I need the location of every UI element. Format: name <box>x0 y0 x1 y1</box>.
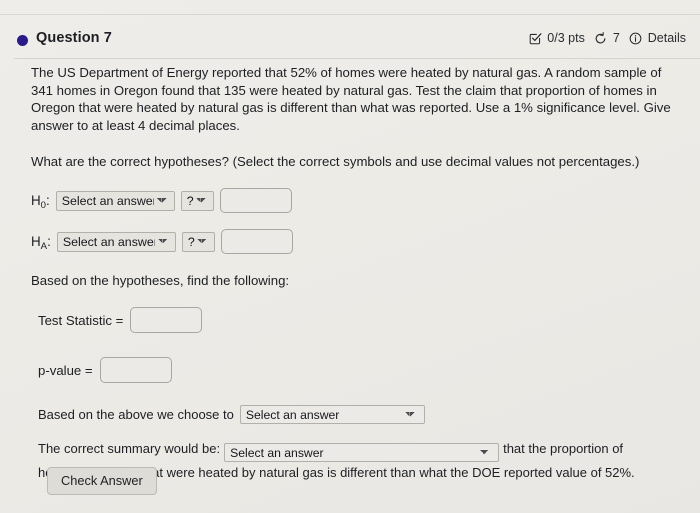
check-answer-button[interactable]: Check Answer <box>47 467 157 495</box>
attempts-count: 7 <box>612 31 620 45</box>
question-prompt-text: The US Department of Energy reported tha… <box>31 65 671 133</box>
decision-row: Based on the above we choose to Select a… <box>38 405 700 425</box>
null-hypothesis-subscript: 0 <box>40 199 47 211</box>
points-label: 0/3 pts <box>547 31 585 45</box>
summary-tail-text: that the proportion of <box>503 441 624 457</box>
decision-select[interactable]: Select an answer <box>239 405 425 425</box>
alternative-hypothesis-subscript: A <box>40 240 48 252</box>
null-hypothesis-parameter-select[interactable]: Select an answer <box>55 190 175 211</box>
p-value-input[interactable] <box>99 357 172 384</box>
p-value-label: p-value = <box>38 362 93 378</box>
summary-select[interactable]: Select an answer <box>224 443 500 463</box>
summary-lead-text: The correct summary would be: <box>38 441 221 457</box>
question-status-bullet-icon <box>17 35 28 46</box>
alternative-hypothesis-value-input[interactable] <box>220 229 293 255</box>
checkbox-check-icon <box>528 31 542 45</box>
top-divider <box>0 14 700 15</box>
null-hypothesis-label: H0: <box>31 193 50 211</box>
null-hypothesis-symbol-select[interactable]: ? <box>180 190 214 211</box>
details-link[interactable]: Details <box>648 31 686 45</box>
test-statistic-input[interactable] <box>130 307 203 334</box>
info-circle-icon[interactable] <box>629 31 643 45</box>
alternative-hypothesis-label: HA: <box>31 234 51 252</box>
question-title: Question 7 <box>36 30 112 46</box>
test-statistic-label: Test Statistic = <box>38 312 124 328</box>
hypotheses-question-text: What are the correct hypotheses? (Select… <box>31 154 640 170</box>
header-divider <box>14 58 700 59</box>
decision-lead-text: Based on the above we choose to <box>38 407 234 423</box>
test-statistic-row: Test Statistic = <box>38 307 700 334</box>
counterclockwise-arrow-icon <box>594 31 608 45</box>
question-meta: 0/3 pts 7 Details <box>528 31 686 45</box>
question-page: Question 7 0/3 pts 7 Details The US Depa… <box>0 0 700 513</box>
null-hypothesis-row: H0: Select an answer ? <box>31 188 700 214</box>
question-header: Question 7 0/3 pts 7 Details <box>0 22 700 58</box>
alternative-hypothesis-row: HA: Select an answer ? <box>31 229 700 255</box>
p-value-row: p-value = <box>38 357 700 384</box>
alternative-hypothesis-symbol-select[interactable]: ? <box>181 231 215 252</box>
null-hypothesis-value-input[interactable] <box>219 188 292 214</box>
alternative-hypothesis-parameter-select[interactable]: Select an answer <box>56 231 176 252</box>
find-following-heading: Based on the hypotheses, find the follow… <box>31 273 290 289</box>
question-body: The US Department of Energy reported tha… <box>0 64 700 482</box>
